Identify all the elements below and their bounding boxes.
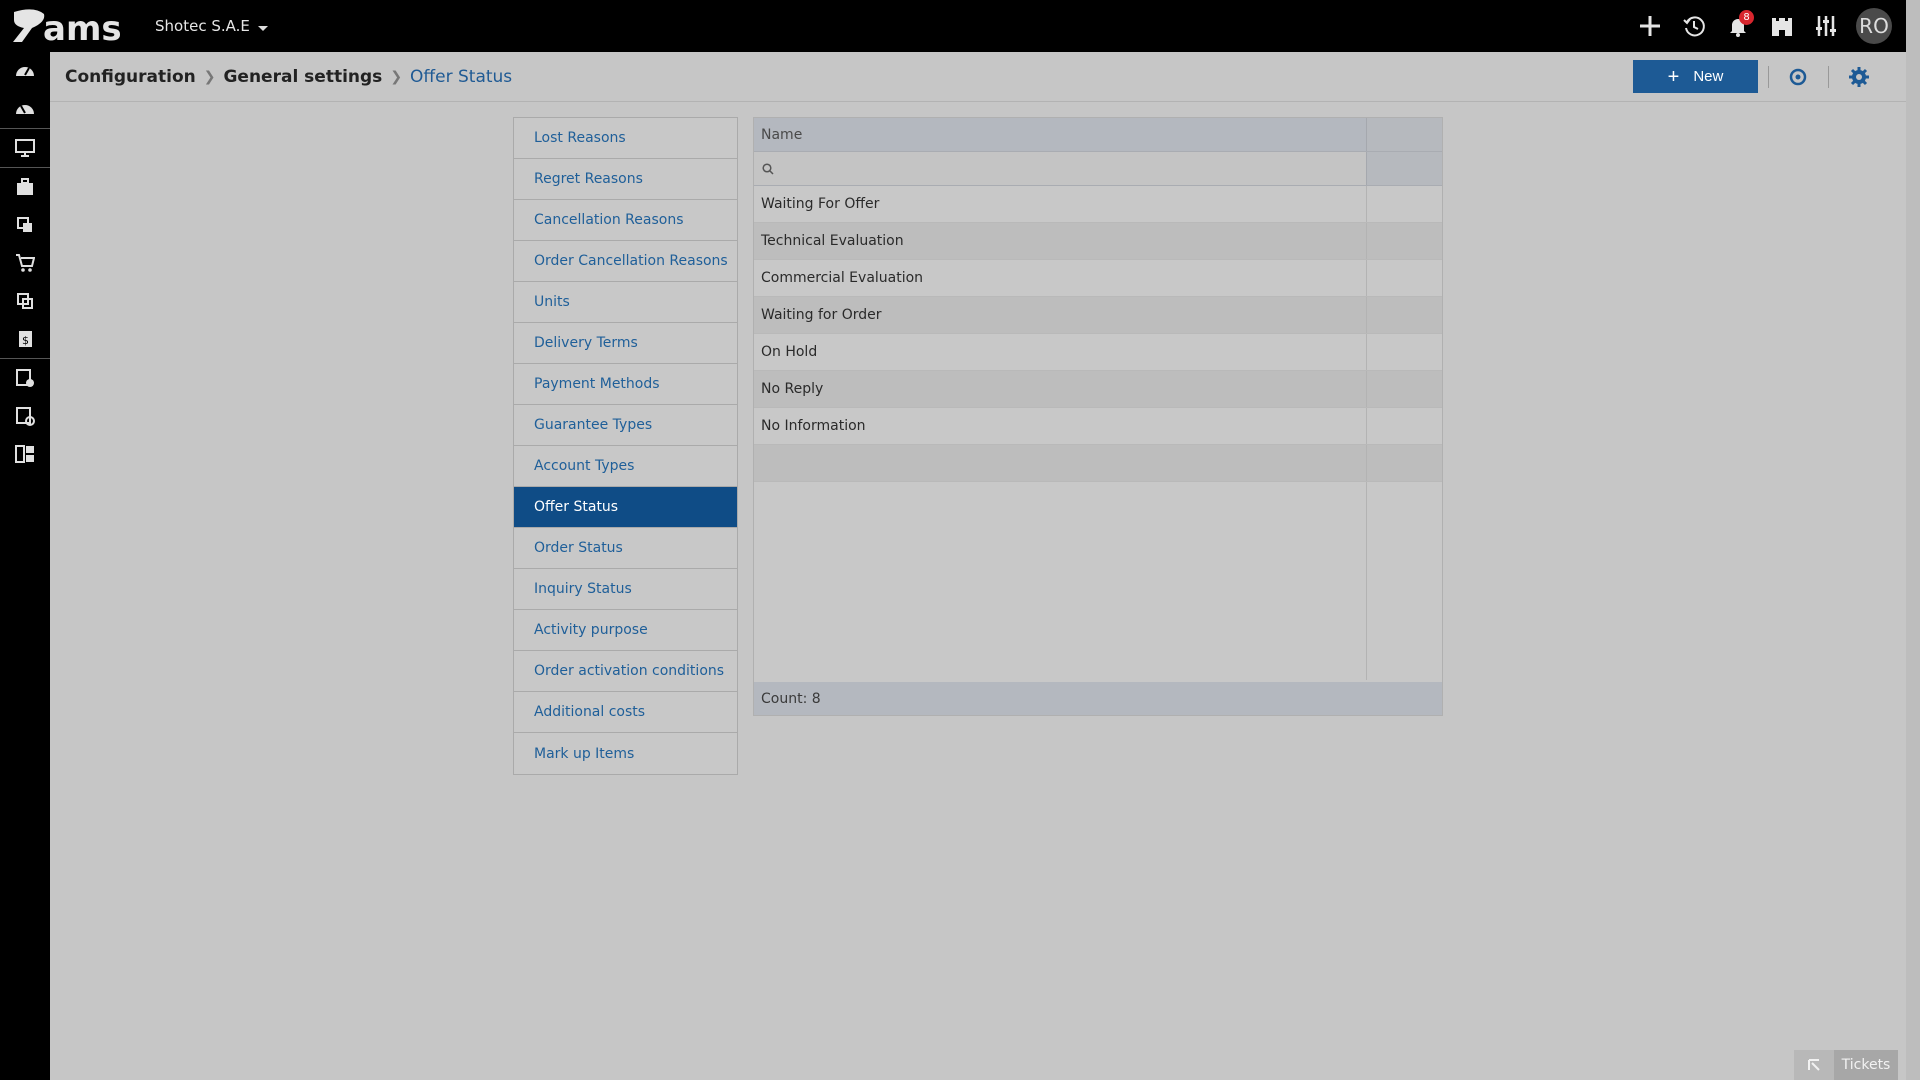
analytics-gauge-icon[interactable] [0, 90, 50, 128]
row-name [754, 445, 1367, 481]
add-icon[interactable] [1628, 0, 1672, 52]
company-selector[interactable]: Shotec S.A.E [155, 17, 268, 35]
settings-item-order-status[interactable]: Order Status [514, 528, 737, 569]
grid-filter-row [754, 152, 1442, 186]
row-name: No Reply [754, 371, 1367, 407]
chevron-down-icon [257, 26, 268, 31]
table-row[interactable]: Technical Evaluation [754, 223, 1442, 260]
divider [1768, 66, 1769, 88]
gear-icon[interactable] [1847, 65, 1871, 89]
settings-item-mark-up-items[interactable]: Mark up Items [514, 733, 737, 774]
shopping-cart-icon[interactable] [0, 244, 50, 282]
table-row[interactable]: Waiting for Order [754, 297, 1442, 334]
monitor-icon[interactable] [0, 129, 50, 167]
search-icon [762, 162, 774, 175]
user-avatar[interactable]: RO [1856, 8, 1892, 44]
plus-icon: + [1667, 65, 1680, 88]
row-name: Technical Evaluation [754, 223, 1367, 259]
settings-item-activity-purpose[interactable]: Activity purpose [514, 610, 737, 651]
page-header: Configuration ❯ General settings ❯ Offer… [50, 52, 1906, 102]
row-name: On Hold [754, 334, 1367, 370]
table-row[interactable]: Commercial Evaluation [754, 260, 1442, 297]
table-row[interactable]: On Hold [754, 334, 1442, 371]
new-button[interactable]: + New [1633, 60, 1758, 93]
dashboard-gauge-icon[interactable] [0, 52, 50, 90]
left-nav: $ [0, 52, 50, 1080]
settings-item-order-cancellation-reasons[interactable]: Order Cancellation Reasons [514, 241, 737, 282]
table-row[interactable]: No Information [754, 408, 1442, 445]
row-name: Waiting for Order [754, 297, 1367, 333]
breadcrumb: Configuration ❯ General settings ❯ Offer… [65, 67, 512, 87]
tickets-widget[interactable]: Tickets [1794, 1050, 1898, 1080]
table-row[interactable]: No Reply [754, 371, 1442, 408]
invoice-dollar-icon[interactable]: $ [0, 320, 50, 358]
row-name: Commercial Evaluation [754, 260, 1367, 296]
table-row[interactable]: Waiting For Offer [754, 186, 1442, 223]
name-filter-input[interactable] [780, 155, 1340, 182]
settings-item-cancellation-reasons[interactable]: Cancellation Reasons [514, 200, 737, 241]
breadcrumb-configuration[interactable]: Configuration [65, 67, 196, 87]
settings-item-regret-reasons[interactable]: Regret Reasons [514, 159, 737, 200]
logo-text: ams [43, 9, 122, 46]
breadcrumb-general-settings[interactable]: General settings [223, 67, 382, 87]
app-logo[interactable]: ams [0, 0, 150, 52]
chevron-right-icon: ❯ [203, 68, 216, 85]
new-button-label: New [1693, 68, 1724, 85]
svg-text:$: $ [22, 334, 29, 347]
settings-item-units[interactable]: Units [514, 282, 737, 323]
castle-icon[interactable] [1760, 0, 1804, 52]
collapse-icon[interactable] [1794, 1050, 1834, 1080]
files-icon[interactable] [0, 282, 50, 320]
top-bar: ams Shotec S.A.E 8 RO [0, 0, 1906, 52]
settings-menu: Lost Reasons Regret Reasons Cancellation… [513, 117, 738, 775]
grid-header: Name [754, 118, 1442, 152]
table-row[interactable] [754, 445, 1442, 482]
chevron-right-icon: ❯ [390, 68, 403, 85]
grid-count: Count: 8 [754, 682, 1442, 715]
row-name: No Information [754, 408, 1367, 444]
divider [1828, 66, 1829, 88]
row-name: Waiting For Offer [754, 186, 1367, 222]
settings-item-guarantee-types[interactable]: Guarantee Types [514, 405, 737, 446]
report-check-icon[interactable] [0, 359, 50, 397]
settings-item-lost-reasons[interactable]: Lost Reasons [514, 118, 737, 159]
notifications-bell-icon[interactable]: 8 [1716, 0, 1760, 52]
sliders-icon[interactable] [1804, 0, 1848, 52]
settings-item-inquiry-status[interactable]: Inquiry Status [514, 569, 737, 610]
offer-status-grid: Name Waiting For Offer Technical Evaluat… [753, 117, 1443, 716]
column-header-name[interactable]: Name [754, 118, 1367, 151]
tickets-label[interactable]: Tickets [1834, 1050, 1898, 1080]
documents-icon[interactable] [0, 206, 50, 244]
notification-badge: 8 [1739, 10, 1754, 25]
settings-item-offer-status[interactable]: Offer Status [514, 487, 737, 528]
column-header-actions [1367, 118, 1442, 151]
settings-item-additional-costs[interactable]: Additional costs [514, 692, 737, 733]
company-name: Shotec S.A.E [155, 17, 250, 35]
grid-layout-icon[interactable] [0, 435, 50, 473]
settings-item-delivery-terms[interactable]: Delivery Terms [514, 323, 737, 364]
grid-empty-area [754, 482, 1442, 680]
history-icon[interactable] [1672, 0, 1716, 52]
settings-item-order-activation-conditions[interactable]: Order activation conditions [514, 651, 737, 692]
breadcrumb-offer-status: Offer Status [410, 66, 513, 87]
report-settings-icon[interactable] [0, 397, 50, 435]
briefcase-icon[interactable] [0, 168, 50, 206]
settings-item-payment-methods[interactable]: Payment Methods [514, 364, 737, 405]
scrollbar[interactable] [1906, 0, 1920, 1080]
refresh-icon[interactable] [1786, 65, 1810, 89]
settings-item-account-types[interactable]: Account Types [514, 446, 737, 487]
